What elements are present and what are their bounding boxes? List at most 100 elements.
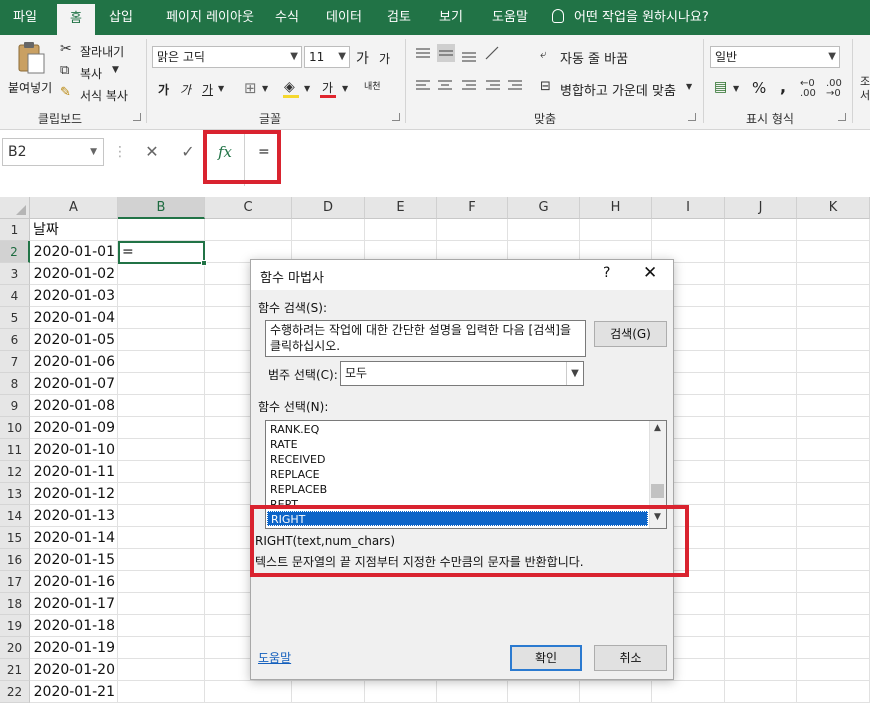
comma-button[interactable]: ,	[780, 77, 786, 96]
row-header-14[interactable]: 14	[0, 505, 30, 527]
list-item[interactable]: RANK.EQ	[270, 422, 319, 437]
column-header-k[interactable]: K	[797, 197, 870, 219]
row-header-1[interactable]: 1	[0, 219, 30, 241]
row-header-7[interactable]: 7	[0, 351, 30, 373]
underline-button[interactable]: 가	[202, 81, 213, 98]
conditional-format-button[interactable]: 조건 서	[860, 75, 870, 103]
row-header-18[interactable]: 18	[0, 593, 30, 615]
row-header-2[interactable]: 2	[0, 241, 30, 263]
cell-a15[interactable]: 2020-01-14	[30, 527, 118, 549]
paste-button[interactable]: 붙여넣기	[6, 39, 54, 101]
row-header-22[interactable]: 22	[0, 681, 30, 703]
cell-a11[interactable]: 2020-01-10	[30, 439, 118, 461]
font-launcher-icon[interactable]	[392, 113, 400, 121]
row-header-3[interactable]: 3	[0, 263, 30, 285]
ok-button[interactable]: 확인	[510, 645, 582, 671]
row-header-11[interactable]: 11	[0, 439, 30, 461]
italic-button[interactable]: 가	[180, 81, 191, 98]
list-item[interactable]: RATE	[270, 437, 298, 452]
cell-a12[interactable]: 2020-01-11	[30, 461, 118, 483]
grip-icon[interactable]: ⋮	[113, 144, 127, 160]
row-header-19[interactable]: 19	[0, 615, 30, 637]
confirm-entry-button[interactable]: ✓	[174, 138, 202, 166]
select-all-button[interactable]	[0, 197, 30, 219]
cell-a16[interactable]: 2020-01-15	[30, 549, 118, 571]
chevron-down-icon[interactable]: ▼	[649, 512, 666, 526]
formula-input[interactable]	[244, 130, 870, 186]
cut-button[interactable]: ✂ 잘라내기	[60, 39, 140, 61]
tab-help[interactable]: 도움말	[485, 0, 535, 35]
tab-data[interactable]: 데이터	[320, 0, 368, 35]
column-header-b[interactable]: B	[118, 197, 205, 219]
help-link[interactable]: 도움말	[258, 649, 291, 666]
cancel-button[interactable]: 취소	[594, 645, 667, 671]
number-format-select[interactable]: 일반 ▼	[710, 46, 840, 68]
row-header-20[interactable]: 20	[0, 637, 30, 659]
cell-a20[interactable]: 2020-01-19	[30, 637, 118, 659]
tab-review[interactable]: 검토	[380, 0, 418, 35]
merge-center-button[interactable]: ⊟ 병합하고 가운데 맞춤 ▼	[540, 77, 700, 99]
row-header-5[interactable]: 5	[0, 307, 30, 329]
search-button[interactable]: 검색(G)	[594, 321, 667, 347]
cell-a22[interactable]: 2020-01-21	[30, 681, 118, 703]
tab-view[interactable]: 보기	[432, 0, 470, 35]
shrink-font-button[interactable]: 가	[379, 50, 390, 67]
row-header-9[interactable]: 9	[0, 395, 30, 417]
cell-a19[interactable]: 2020-01-18	[30, 615, 118, 637]
column-header-f[interactable]: F	[437, 197, 508, 219]
percent-button[interactable]: %	[752, 79, 766, 97]
cancel-entry-button[interactable]: ✕	[138, 138, 166, 166]
row-header-16[interactable]: 16	[0, 549, 30, 571]
font-name-select[interactable]: 맑은 고딕 ▼	[152, 46, 302, 68]
cell-a1[interactable]: 날짜	[33, 219, 59, 241]
list-item[interactable]: REPLACEB	[270, 482, 327, 497]
font-size-select[interactable]: 11 ▼	[304, 46, 350, 68]
category-select[interactable]: 모두 ▼	[340, 361, 584, 386]
row-header-17[interactable]: 17	[0, 571, 30, 593]
border-icon[interactable]: ⊞	[244, 79, 257, 97]
number-launcher-icon[interactable]	[838, 113, 846, 121]
cell-a10[interactable]: 2020-01-09	[30, 417, 118, 439]
cell-a17[interactable]: 2020-01-16	[30, 571, 118, 593]
font-color-button[interactable]: 가	[322, 79, 333, 96]
tab-insert[interactable]: 삽입	[102, 0, 140, 35]
increase-decimal-icon[interactable]: ←0.00	[800, 79, 816, 99]
cell-a2[interactable]: 2020-01-01	[30, 241, 118, 263]
tab-home[interactable]: 홈	[57, 4, 95, 35]
alignment-launcher-icon[interactable]	[688, 113, 696, 121]
chevron-up-icon[interactable]: ▲	[649, 423, 666, 437]
cell-a7[interactable]: 2020-01-06	[30, 351, 118, 373]
scroll-thumb[interactable]	[651, 484, 664, 498]
column-header-i[interactable]: I	[652, 197, 725, 219]
function-list[interactable]: RANK.EQ RATE RECEIVED REPLACE REPLACEB R…	[265, 420, 667, 529]
row-header-4[interactable]: 4	[0, 285, 30, 307]
list-item[interactable]: REPLACE	[270, 467, 320, 482]
cell-a14[interactable]: 2020-01-13	[30, 505, 118, 527]
cell-a5[interactable]: 2020-01-04	[30, 307, 118, 329]
column-header-g[interactable]: G	[508, 197, 580, 219]
close-button[interactable]: ✕	[643, 263, 657, 283]
grow-font-button[interactable]: 가	[356, 48, 369, 68]
row-header-10[interactable]: 10	[0, 417, 30, 439]
tab-page-layout[interactable]: 페이지 레이아웃	[152, 0, 268, 35]
cell-a8[interactable]: 2020-01-07	[30, 373, 118, 395]
bold-button[interactable]: 가	[158, 81, 169, 98]
cell-a18[interactable]: 2020-01-17	[30, 593, 118, 615]
decrease-decimal-icon[interactable]: .00 →0	[826, 79, 842, 99]
row-header-15[interactable]: 15	[0, 527, 30, 549]
format-painter-button[interactable]: ✎ 서식 복사	[60, 83, 140, 105]
cell-a6[interactable]: 2020-01-05	[30, 329, 118, 351]
row-header-13[interactable]: 13	[0, 483, 30, 505]
fill-color-icon[interactable]: ◈	[284, 79, 295, 95]
insert-function-button[interactable]: fx	[211, 138, 239, 166]
row-header-21[interactable]: 21	[0, 659, 30, 681]
fill-handle[interactable]	[201, 260, 207, 266]
phonetic-button[interactable]: 내천	[364, 79, 381, 92]
cell-a13[interactable]: 2020-01-12	[30, 483, 118, 505]
list-scrollbar[interactable]: ▲ ▼	[649, 421, 666, 528]
tell-me-box[interactable]: 어떤 작업을 원하시나요?	[552, 0, 709, 35]
row-header-6[interactable]: 6	[0, 329, 30, 351]
tab-formulas[interactable]: 수식	[268, 0, 306, 35]
row-header-8[interactable]: 8	[0, 373, 30, 395]
column-header-j[interactable]: J	[725, 197, 797, 219]
